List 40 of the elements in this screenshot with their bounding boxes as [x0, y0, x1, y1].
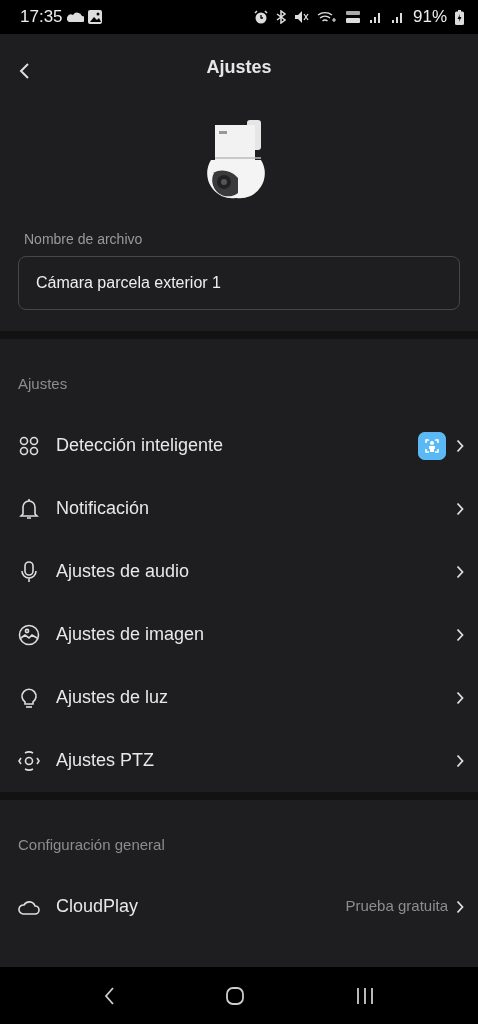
cloud-icon — [66, 12, 84, 22]
section-title: Configuración general — [18, 836, 165, 853]
settings-item[interactable]: Ajustes de imagen — [56, 621, 456, 648]
image-icon — [18, 623, 40, 646]
page-title: Ajustes — [206, 55, 272, 79]
chevron-icon — [456, 690, 464, 705]
chevron-icon — [456, 501, 464, 516]
name-input-field[interactable]: Cámara parcela exterior 1 — [18, 256, 460, 310]
volte-icon — [344, 10, 361, 24]
field-label: Nombre de archivo — [24, 230, 143, 249]
home-icon — [225, 986, 245, 1007]
bell-icon — [18, 497, 40, 520]
lightbulb-icon — [18, 686, 40, 709]
settings-item[interactable]: CloudPlay — [56, 893, 346, 920]
chevron-icon — [456, 564, 464, 579]
chevron-icon — [456, 438, 464, 453]
alarm-icon — [253, 10, 268, 24]
microphone-icon — [18, 560, 40, 583]
battery-icon — [455, 9, 464, 25]
item-value: Prueba gratuita — [345, 896, 448, 917]
settings-item[interactable]: Ajustes PTZ — [56, 747, 456, 774]
gallery-icon — [87, 10, 102, 24]
recents-icon — [355, 987, 375, 1006]
settings-item[interactable]: Ajustes de audio — [56, 558, 456, 585]
signal-icon — [368, 10, 383, 24]
settings-item[interactable]: Notificación — [56, 495, 456, 522]
settings-item[interactable]: Detección inteligente — [56, 432, 418, 459]
mute-icon — [293, 10, 309, 24]
battery-level: 91% — [412, 6, 447, 29]
bluetooth-icon — [275, 10, 286, 24]
section-title: Ajustes — [18, 375, 68, 392]
signal-icon — [390, 10, 405, 24]
grid-icon — [18, 434, 40, 457]
ptz-icon — [18, 749, 40, 772]
chevron-icon — [456, 899, 464, 914]
settings-item[interactable]: Ajustes de luz — [56, 684, 456, 711]
status-time: 17:35 — [20, 6, 63, 29]
chevron-icon — [456, 627, 464, 642]
wifi-icon — [316, 10, 337, 24]
chevron-icon — [456, 753, 464, 768]
